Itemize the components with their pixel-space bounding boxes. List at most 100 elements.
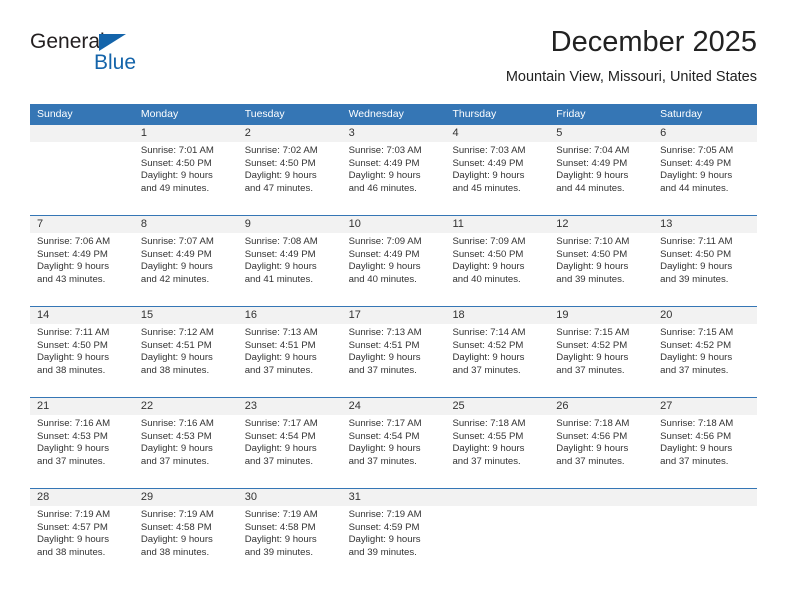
- sunrise-time: Sunrise: 7:13 AM: [244, 327, 318, 338]
- daylight-duration-line2: and 44 minutes.: [556, 182, 625, 194]
- daylight-duration-line2: and 38 minutes.: [37, 364, 106, 376]
- title-block: December 2025 Mountain View, Missouri, U…: [506, 24, 757, 87]
- sunset-time: Sunset: 4:52 PM: [452, 339, 524, 351]
- day-cell-empty: [445, 489, 550, 578]
- day-details: Sunrise: 7:18 AM Sunset: 4:55 PM Daylight:…: [445, 415, 549, 468]
- day-cell[interactable]: 14 Sunrise: 7:11 AM Sunset: 4:50 PM Dayligh…: [30, 307, 134, 396]
- sunrise-time: Sunrise: 7:19 AM: [140, 509, 214, 520]
- sunrise-time: Sunrise: 7:18 AM: [556, 418, 630, 429]
- sunrise-time: Sunrise: 7:17 AM: [244, 418, 318, 429]
- day-cell[interactable]: 3 Sunrise: 7:03 AM Sunset: 4:49 PM Daylight…: [341, 125, 446, 214]
- day-cell[interactable]: 31 Sunrise: 7:19 AM Sunset: 4:59 PM Dayligh…: [341, 489, 446, 578]
- day-number: [549, 489, 654, 506]
- sunrise-time: Sunrise: 7:04 AM: [556, 145, 630, 156]
- day-cell[interactable]: 7 Sunrise: 7:06 AM Sunset: 4:49 PM Daylight…: [30, 216, 134, 305]
- sunrise-time: Sunrise: 7:19 AM: [37, 509, 111, 520]
- dow-friday: Friday: [556, 108, 586, 120]
- daylight-duration-line1: Daylight: 9 hours: [660, 443, 733, 455]
- sunrise-time: Sunrise: 7:12 AM: [140, 327, 214, 338]
- day-number: 23: [237, 398, 342, 415]
- day-cell[interactable]: 4 Sunrise: 7:03 AM Sunset: 4:49 PM Daylight…: [445, 125, 550, 214]
- day-cell-empty: [549, 489, 654, 578]
- day-number: 21: [30, 398, 134, 415]
- sunset-time: Sunset: 4:49 PM: [452, 157, 524, 169]
- day-cell[interactable]: 15 Sunrise: 7:12 AM Sunset: 4:51 PM Dayligh…: [133, 307, 238, 396]
- day-cell-empty: [30, 125, 134, 214]
- daylight-duration-line1: Daylight: 9 hours: [244, 534, 317, 546]
- week-cells: 28 Sunrise: 7:19 AM Sunset: 4:57 PM Dayligh…: [30, 489, 758, 578]
- day-number: 14: [30, 307, 134, 324]
- calendar-week-row: 21 Sunrise: 7:16 AM Sunset: 4:53 PM Dayligh…: [30, 397, 758, 488]
- day-details: Sunrise: 7:11 AM Sunset: 4:50 PM Daylight:…: [653, 233, 757, 286]
- day-cell[interactable]: 8 Sunrise: 7:07 AM Sunset: 4:49 PM Daylight…: [133, 216, 238, 305]
- day-number: [30, 125, 134, 142]
- day-cell[interactable]: 5 Sunrise: 7:04 AM Sunset: 4:49 PM Daylight…: [549, 125, 654, 214]
- day-cell[interactable]: 10 Sunrise: 7:09 AM Sunset: 4:49 PM Dayligh…: [341, 216, 446, 305]
- daylight-duration-line1: Daylight: 9 hours: [37, 534, 109, 546]
- day-cell[interactable]: 9 Sunrise: 7:08 AM Sunset: 4:49 PM Daylight…: [237, 216, 342, 305]
- day-details: Sunrise: 7:13 AM Sunset: 4:51 PM Daylight:…: [238, 324, 342, 377]
- daylight-duration-line2: and 37 minutes.: [660, 455, 729, 467]
- general-blue-logo[interactable]: General Blue: [30, 30, 230, 86]
- day-details: Sunrise: 7:09 AM Sunset: 4:50 PM Daylight:…: [445, 233, 549, 286]
- day-cell[interactable]: 29 Sunrise: 7:19 AM Sunset: 4:58 PM Dayligh…: [133, 489, 238, 578]
- day-cell[interactable]: 6 Sunrise: 7:05 AM Sunset: 4:49 PM Daylight…: [653, 125, 758, 214]
- daylight-duration-line1: Daylight: 9 hours: [348, 352, 421, 364]
- sunrise-time: Sunrise: 7:05 AM: [660, 145, 734, 156]
- day-cell[interactable]: 13 Sunrise: 7:11 AM Sunset: 4:50 PM Dayligh…: [653, 216, 758, 305]
- day-cell[interactable]: 26 Sunrise: 7:18 AM Sunset: 4:56 PM Dayligh…: [549, 398, 654, 487]
- day-cell[interactable]: 28 Sunrise: 7:19 AM Sunset: 4:57 PM Dayligh…: [30, 489, 134, 578]
- day-cell[interactable]: 2 Sunrise: 7:02 AM Sunset: 4:50 PM Daylight…: [237, 125, 342, 214]
- day-details: [549, 506, 653, 509]
- day-number: 19: [549, 307, 654, 324]
- day-cell[interactable]: 17 Sunrise: 7:13 AM Sunset: 4:51 PM Dayligh…: [341, 307, 446, 396]
- day-details: Sunrise: 7:19 AM Sunset: 4:57 PM Daylight:…: [30, 506, 134, 559]
- day-cell[interactable]: 23 Sunrise: 7:17 AM Sunset: 4:54 PM Dayligh…: [237, 398, 342, 487]
- day-number: 20: [653, 307, 758, 324]
- day-cell-empty: [653, 489, 758, 578]
- day-details: Sunrise: 7:13 AM Sunset: 4:51 PM Daylight:…: [342, 324, 446, 377]
- day-cell[interactable]: 16 Sunrise: 7:13 AM Sunset: 4:51 PM Dayligh…: [237, 307, 342, 396]
- sunrise-time: Sunrise: 7:01 AM: [140, 145, 214, 156]
- day-number: 6: [653, 125, 758, 142]
- daylight-duration-line1: Daylight: 9 hours: [660, 170, 733, 182]
- day-details: Sunrise: 7:09 AM Sunset: 4:49 PM Daylight:…: [342, 233, 446, 286]
- daylight-duration-line1: Daylight: 9 hours: [452, 261, 525, 273]
- daylight-duration-line2: and 41 minutes.: [244, 273, 313, 285]
- week-cells: 1 Sunrise: 7:01 AM Sunset: 4:50 PM Daylight…: [30, 125, 758, 214]
- day-number: 11: [445, 216, 550, 233]
- sunset-time: Sunset: 4:50 PM: [660, 248, 732, 260]
- day-cell[interactable]: 19 Sunrise: 7:15 AM Sunset: 4:52 PM Dayligh…: [549, 307, 654, 396]
- sunrise-time: Sunrise: 7:19 AM: [348, 509, 422, 520]
- day-cell[interactable]: 18 Sunrise: 7:14 AM Sunset: 4:52 PM Dayligh…: [445, 307, 550, 396]
- day-cell[interactable]: 12 Sunrise: 7:10 AM Sunset: 4:50 PM Dayligh…: [549, 216, 654, 305]
- sunset-time: Sunset: 4:50 PM: [37, 339, 108, 351]
- day-number: [653, 489, 758, 506]
- sunset-time: Sunset: 4:59 PM: [348, 521, 420, 533]
- day-cell[interactable]: 1 Sunrise: 7:01 AM Sunset: 4:50 PM Daylight…: [133, 125, 238, 214]
- daylight-duration-line2: and 39 minutes.: [244, 546, 313, 558]
- day-number: 10: [341, 216, 446, 233]
- day-cell[interactable]: 21 Sunrise: 7:16 AM Sunset: 4:53 PM Dayligh…: [30, 398, 134, 487]
- day-cell[interactable]: 24 Sunrise: 7:17 AM Sunset: 4:54 PM Dayligh…: [341, 398, 446, 487]
- sunrise-time: Sunrise: 7:18 AM: [660, 418, 734, 429]
- daylight-duration-line2: and 47 minutes.: [244, 182, 313, 194]
- daylight-duration-line1: Daylight: 9 hours: [556, 443, 629, 455]
- dow-thursday: Thursday: [452, 108, 497, 120]
- day-cell[interactable]: 20 Sunrise: 7:15 AM Sunset: 4:52 PM Dayligh…: [653, 307, 758, 396]
- daylight-duration-line2: and 38 minutes.: [140, 546, 210, 558]
- daylight-duration-line2: and 40 minutes.: [452, 273, 521, 285]
- day-cell[interactable]: 22 Sunrise: 7:16 AM Sunset: 4:53 PM Dayligh…: [133, 398, 238, 487]
- daylight-duration-line2: and 38 minutes.: [37, 546, 106, 558]
- sunset-time: Sunset: 4:49 PM: [348, 157, 420, 169]
- day-cell[interactable]: 30 Sunrise: 7:19 AM Sunset: 4:58 PM Dayligh…: [237, 489, 342, 578]
- day-cell[interactable]: 11 Sunrise: 7:09 AM Sunset: 4:50 PM Dayligh…: [445, 216, 550, 305]
- day-number: 8: [133, 216, 238, 233]
- calendar-weeks: 1 Sunrise: 7:01 AM Sunset: 4:50 PM Daylight…: [30, 125, 758, 579]
- day-cell[interactable]: 27 Sunrise: 7:18 AM Sunset: 4:56 PM Dayligh…: [653, 398, 758, 487]
- calendar-page: General Blue December 2025 Mountain View…: [0, 0, 792, 612]
- daylight-duration-line2: and 37 minutes.: [244, 455, 313, 467]
- day-cell[interactable]: 25 Sunrise: 7:18 AM Sunset: 4:55 PM Dayligh…: [445, 398, 550, 487]
- sunrise-time: Sunrise: 7:17 AM: [348, 418, 422, 429]
- day-details: Sunrise: 7:19 AM Sunset: 4:58 PM Daylight:…: [134, 506, 238, 559]
